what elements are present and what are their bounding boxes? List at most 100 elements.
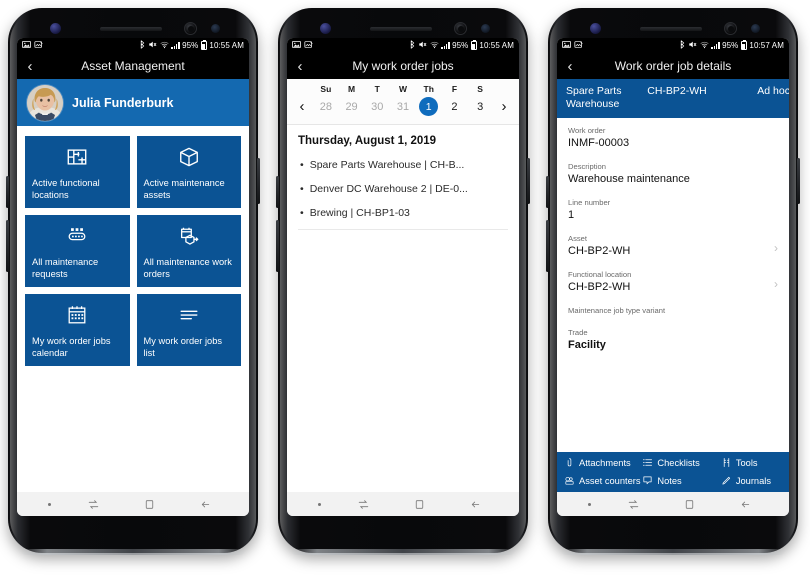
home-icon[interactable] — [136, 494, 162, 514]
status-bar-2: 95% 10:55 AM — [287, 38, 519, 53]
proximity-sensor-icon — [751, 24, 760, 33]
page-title: Work order job details — [614, 59, 732, 73]
home-icon[interactable] — [406, 494, 432, 514]
action-checklists[interactable]: Checklists — [642, 457, 720, 468]
tile-my-work-order-jobs-calendar[interactable]: My work order jobs calendar — [25, 294, 130, 366]
dot-indicator — [587, 502, 591, 506]
back-icon[interactable] — [732, 494, 758, 514]
screenshot-stage: 95% 10:55 AM ‹ Asset Management Julia Fu… — [0, 0, 810, 576]
calendar-prev-week-button[interactable]: ‹ — [291, 98, 313, 115]
field-asset[interactable]: Asset CH-BP2-WH › — [568, 233, 778, 258]
back-icon[interactable] — [462, 494, 488, 514]
volume-button-1[interactable] — [6, 220, 9, 272]
list-item[interactable]: • Denver DC Warehouse 2 | DE-0... — [298, 177, 508, 201]
list-item[interactable]: • Brewing | CH-BP1-03 — [298, 201, 508, 225]
calendar-week-strip: Su M T W Th F S ‹ 28 29 30 31 1 2 3 › — [287, 79, 519, 125]
action-label: Asset counters — [579, 475, 641, 486]
bluetooth-icon — [409, 40, 416, 51]
proximity-sensor-icon — [481, 24, 490, 33]
earpiece-speaker-icon — [640, 27, 702, 31]
android-nav-bar-1 — [17, 492, 249, 516]
tile-my-work-order-jobs-list[interactable]: My work order jobs list — [136, 294, 241, 366]
page-title: Asset Management — [81, 59, 185, 73]
calendar-weekday-row: Su M T W Th F S — [287, 79, 519, 96]
action-attachments[interactable]: Attachments — [564, 457, 642, 468]
dot-indicator — [317, 502, 321, 506]
bixby-button-3[interactable] — [546, 176, 549, 208]
profile-banner: Julia Funderburk — [17, 79, 249, 126]
field-description: Description Warehouse maintenance — [568, 161, 778, 186]
action-asset-counters[interactable]: Asset counters — [564, 475, 642, 486]
battery-percent: 95% — [722, 41, 739, 50]
field-value: Warehouse maintenance — [568, 173, 690, 185]
tile-label: All maintenance work orders — [143, 257, 232, 279]
device-sensors-3 — [548, 22, 798, 36]
chevron-right-icon[interactable]: › — [774, 241, 778, 255]
bixby-button-2[interactable] — [276, 176, 279, 208]
calendar-day[interactable]: 28 — [313, 101, 339, 113]
calendar-day[interactable]: 30 — [364, 101, 390, 113]
list-item-label: Denver DC Warehouse 2 | DE-0... — [309, 183, 468, 195]
workorder-icon — [144, 221, 235, 251]
tile-all-maintenance-requests[interactable]: All maintenance requests — [25, 215, 130, 287]
wifi-icon — [700, 41, 709, 51]
phone-screen-3: 95% 10:57 AM ‹ Work order job details Sp… — [557, 38, 789, 516]
phone-screen-1: 95% 10:55 AM ‹ Asset Management Julia Fu… — [17, 38, 249, 516]
weekday-header: F — [451, 84, 458, 94]
avatar — [27, 84, 63, 121]
field-maintenance-job-type-variant: Maintenance job type variant — [568, 305, 778, 316]
calendar-day[interactable]: 3 — [467, 101, 493, 113]
app-title-bar-3: ‹ Work order job details — [557, 53, 789, 79]
page-title: My work order jobs — [352, 59, 454, 73]
power-button-3[interactable] — [797, 158, 800, 204]
field-functional-location[interactable]: Functional location CH-BP2-WH › — [568, 269, 778, 294]
calendar-day[interactable]: 29 — [339, 101, 365, 113]
calendar-day-selected[interactable]: 1 — [416, 97, 442, 116]
power-button-2[interactable] — [527, 158, 530, 204]
phone-screen-2: 95% 10:55 AM ‹ My work order jobs Su M T… — [287, 38, 519, 516]
tile-label: All maintenance requests — [32, 257, 99, 279]
tile-active-functional-locations[interactable]: Active functional locations — [25, 136, 130, 208]
field-label: Maintenance job type variant — [568, 306, 666, 315]
home-icon[interactable] — [676, 494, 702, 514]
app-title-bar-2: ‹ My work order jobs — [287, 53, 519, 79]
power-button-1[interactable] — [257, 158, 260, 204]
iris-scanner-icon — [590, 23, 601, 34]
signal-icon — [711, 42, 720, 49]
list-item[interactable]: • Spare Parts Warehouse | CH-B... — [298, 153, 508, 177]
android-nav-bar-2 — [287, 492, 519, 516]
back-icon[interactable] — [192, 494, 218, 514]
back-chevron-icon[interactable]: ‹ — [17, 53, 43, 79]
back-chevron-icon[interactable]: ‹ — [557, 53, 583, 79]
volume-button-3[interactable] — [546, 220, 549, 272]
bixby-button-1[interactable] — [6, 176, 9, 208]
volume-button-2[interactable] — [276, 220, 279, 272]
action-notes[interactable]: Notes — [642, 475, 720, 486]
status-time: 10:57 AM — [749, 41, 784, 50]
tile-active-maintenance-assets[interactable]: Active maintenance assets — [136, 136, 241, 208]
tab-ad-hoc[interactable]: Ad hoc — [720, 85, 789, 98]
tools-icon — [723, 458, 729, 467]
field-value: Facility — [568, 339, 606, 351]
chevron-right-icon[interactable]: › — [774, 277, 778, 291]
image-icon — [22, 40, 31, 51]
calendar-next-week-button[interactable]: › — [493, 98, 515, 115]
tile-all-maintenance-work-orders[interactable]: All maintenance work orders — [136, 215, 241, 287]
action-label: Attachments — [579, 457, 631, 468]
recents-icon[interactable] — [351, 494, 377, 514]
tab-ch-bp2-wh[interactable]: CH-BP2-WH — [634, 85, 720, 98]
calendar-day[interactable]: 2 — [442, 101, 468, 113]
action-journals[interactable]: Journals — [721, 475, 782, 486]
calendar-day[interactable]: 31 — [390, 101, 416, 113]
mute-icon — [148, 40, 157, 51]
detail-tab-bar: Spare Parts Warehouse CH-BP2-WH Ad hoc — [557, 79, 789, 118]
front-camera-icon — [454, 22, 467, 35]
back-chevron-icon[interactable]: ‹ — [287, 53, 313, 79]
recents-icon[interactable] — [621, 494, 647, 514]
recents-icon[interactable] — [81, 494, 107, 514]
tab-spare-parts-warehouse[interactable]: Spare Parts Warehouse — [566, 85, 634, 111]
action-tools[interactable]: Tools — [721, 457, 782, 468]
screenshot-icon — [34, 40, 43, 51]
dot-indicator — [47, 502, 51, 506]
field-label: Description — [568, 162, 606, 171]
